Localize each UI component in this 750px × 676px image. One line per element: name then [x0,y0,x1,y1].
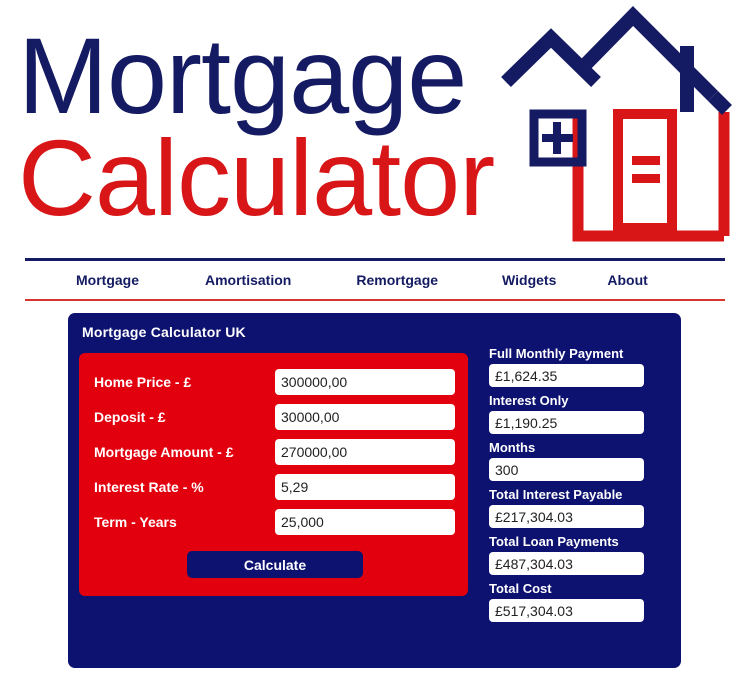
value-full-monthly-payment[interactable] [489,364,644,387]
value-interest-only[interactable] [489,411,644,434]
label-total-cost: Total Cost [489,581,552,596]
label-full-monthly-payment: Full Monthly Payment [489,346,624,361]
mortgage-input-form: Home Price - £ Deposit - £ Mortgage Amou… [79,353,468,596]
nav-item-remortgage[interactable]: Remortgage [356,272,438,288]
form-row-interest-rate: Interest Rate - % [79,474,468,501]
label-deposit: Deposit - £ [94,409,166,425]
result-total-loan-payments: Total Loan Payments [489,534,669,575]
value-total-interest-payable[interactable] [489,505,644,528]
result-full-monthly-payment: Full Monthly Payment [489,346,669,387]
value-total-cost[interactable] [489,599,644,622]
nav-item-list: Mortgage Amortisation Remortgage Widgets… [25,261,648,299]
result-interest-only: Interest Only [489,393,669,434]
logo-word-calculator: Calculator [18,117,495,238]
main-navigation: Mortgage Amortisation Remortgage Widgets… [25,258,725,302]
label-total-loan-payments: Total Loan Payments [489,534,619,549]
house-icon [501,6,732,242]
logo-word-mortgage: Mortgage [18,15,467,136]
input-home-price[interactable] [275,369,455,395]
site-logo: Mortgage Calculator [0,0,750,252]
input-interest-rate[interactable] [275,474,455,500]
form-row-deposit: Deposit - £ [79,404,468,431]
nav-bottom-divider [25,299,725,301]
input-mortgage-amount[interactable] [275,439,455,465]
result-months: Months [489,440,669,481]
label-mortgage-amount: Mortgage Amount - £ [94,444,234,460]
nav-item-widgets[interactable]: Widgets [502,272,556,288]
nav-item-mortgage[interactable]: Mortgage [76,272,139,288]
form-row-mortgage-amount: Mortgage Amount - £ [79,439,468,466]
label-interest-rate: Interest Rate - % [94,479,204,495]
label-term-years: Term - Years [94,514,177,530]
form-row-term-years: Term - Years [79,509,468,536]
mortgage-calculator-panel: Mortgage Calculator UK Home Price - £ De… [68,313,681,668]
results-panel: Full Monthly Payment Interest Only Month… [489,346,669,628]
value-months[interactable] [489,458,644,481]
calculate-button[interactable]: Calculate [187,551,363,578]
nav-item-amortisation[interactable]: Amortisation [205,272,291,288]
label-home-price: Home Price - £ [94,374,192,390]
result-total-interest-payable: Total Interest Payable [489,487,669,528]
label-interest-only: Interest Only [489,393,569,408]
form-row-home-price: Home Price - £ [79,369,468,396]
value-total-loan-payments[interactable] [489,552,644,575]
label-total-interest-payable: Total Interest Payable [489,487,623,502]
result-total-cost: Total Cost [489,581,669,622]
nav-item-about[interactable]: About [607,272,647,288]
input-deposit[interactable] [275,404,455,430]
label-months: Months [489,440,536,455]
input-term-years[interactable] [275,509,455,535]
panel-title: Mortgage Calculator UK [82,324,246,340]
